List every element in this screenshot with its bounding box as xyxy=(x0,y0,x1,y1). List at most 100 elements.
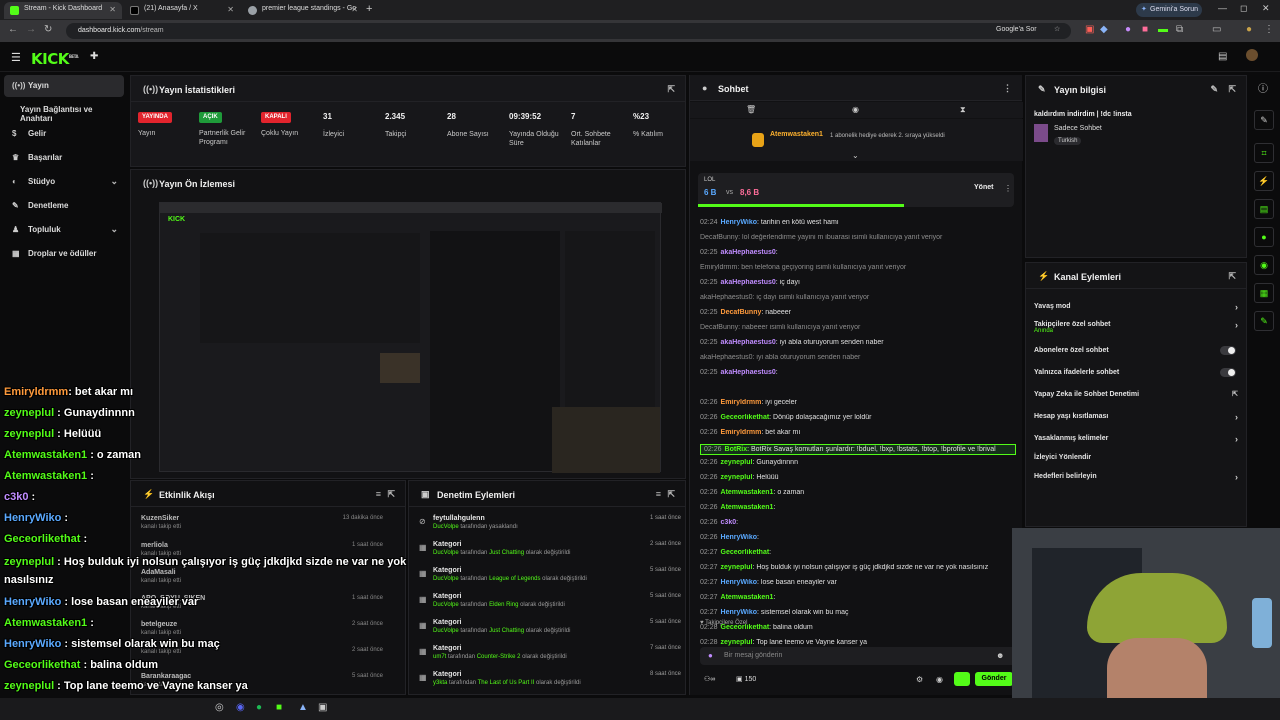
popout-icon[interactable]: ⇱ xyxy=(1228,271,1236,282)
extension-icon[interactable]: ▣ xyxy=(1085,25,1094,35)
popout-icon[interactable]: ⇱ xyxy=(1228,84,1236,95)
kick-logo[interactable]: KICKBETA xyxy=(31,50,79,68)
chat-username[interactable]: akaHephaestus0 xyxy=(721,249,776,256)
sidebar-item-basarilar[interactable]: ♛ Başarılar xyxy=(4,147,124,169)
edit-icon[interactable]: ✎ xyxy=(1210,84,1218,95)
tab-x[interactable]: (21) Anasayfa / X ✕ xyxy=(124,2,240,19)
close-window-icon[interactable]: ✕ xyxy=(1262,3,1270,14)
mod-actor[interactable]: DucVolpe xyxy=(433,628,459,634)
chat-username[interactable]: Geceorlikethat xyxy=(721,549,770,556)
mod-actor[interactable]: DucVolpe xyxy=(433,576,459,582)
new-tab-button[interactable]: + xyxy=(366,3,372,15)
action-banned-words[interactable]: Yasaklanmış kelimeler › xyxy=(1034,434,1238,444)
chat-username[interactable]: HenryWiko xyxy=(721,609,758,616)
mod-actor[interactable]: DucVolpe xyxy=(433,524,459,530)
chat-username[interactable]: akaHephaestus0 xyxy=(721,339,776,346)
chat-username[interactable]: Emiryldrmm xyxy=(721,429,762,436)
chevron-down-icon[interactable]: ⌄ xyxy=(852,151,859,160)
broadcast-icon[interactable]: ◉ xyxy=(1254,255,1274,275)
wrench-icon[interactable]: ✎ xyxy=(1254,311,1274,331)
chat-username[interactable]: zeyneplul xyxy=(721,474,753,481)
chat-icon[interactable]: ◉ xyxy=(936,675,943,684)
chat-username[interactable]: zeyneplul xyxy=(721,564,753,571)
pin-icon[interactable]: ✚ xyxy=(90,51,98,62)
sidebar-item-gelir[interactable]: $ Gelir xyxy=(4,123,124,145)
emote-button[interactable] xyxy=(954,672,970,686)
url-field[interactable]: dashboard.kick.com/stream Google'a Sor ☆ xyxy=(66,23,1071,39)
chat-username[interactable]: HenryWiko xyxy=(721,534,758,541)
extension-icon[interactable]: ▬ xyxy=(1158,25,1168,35)
send-button[interactable]: Gönder xyxy=(975,672,1013,686)
action-ai-moderation[interactable]: Yapay Zeka ile Sohbet Denetimi ⇱ xyxy=(1034,391,1238,398)
sidebar-item-denetleme[interactable]: ✎ Denetleme xyxy=(4,195,124,217)
chat-username[interactable]: c3k0 xyxy=(721,519,737,526)
chat-username[interactable]: DecafBunny xyxy=(721,309,762,316)
chat-username[interactable]: Atemwastaken1 xyxy=(721,504,774,511)
action-emote-only[interactable]: Yalnızca ifadelerle sohbet xyxy=(1034,368,1238,377)
hourglass-icon[interactable]: ⧗ xyxy=(960,105,966,115)
mod-title[interactable]: feytullahgulenn xyxy=(433,515,681,522)
mod-actor[interactable]: DucVolpe xyxy=(433,602,459,608)
wallet-icon[interactable]: ▤ xyxy=(1218,51,1227,62)
chat-username[interactable]: Geceorlikethat xyxy=(721,414,770,421)
chat-username[interactable]: BotRix xyxy=(725,446,748,453)
extension-icon[interactable]: ◆ xyxy=(1100,25,1108,35)
popout-icon[interactable]: ⇱ xyxy=(387,489,395,500)
menu-kebab-icon[interactable]: ⋮ xyxy=(1264,25,1274,35)
tab-kick-dashboard[interactable]: Stream - Kick Dashboard ✕ xyxy=(4,2,122,19)
sidebar-item-droplar[interactable]: ▦ Droplar ve ödüller xyxy=(4,243,124,265)
action-followers-only[interactable]: Takipçilere özel sohbet › Anında xyxy=(1034,320,1238,334)
edit-icon[interactable]: ✎ xyxy=(1254,110,1274,130)
popout-icon[interactable]: ⇱ xyxy=(667,84,675,95)
category-name[interactable]: Sadece Sohbet xyxy=(1054,125,1102,132)
info-icon[interactable]: ⓘ xyxy=(1258,80,1268,95)
activity-user[interactable]: AdaMasali xyxy=(141,569,391,576)
stream-preview-video[interactable]: KICK xyxy=(159,202,662,473)
kick-app-icon[interactable]: ■ xyxy=(276,702,282,713)
action-account-age[interactable]: Hesap yaşı kısıtlaması › xyxy=(1034,412,1238,422)
sidebar-item-studyo[interactable]: ◐ Stüdyo ⌄ xyxy=(4,171,124,193)
kebab-icon[interactable]: ⋮ xyxy=(1004,184,1012,193)
grid-icon[interactable]: ▦ xyxy=(1254,283,1274,303)
close-tab-icon[interactable]: ✕ xyxy=(109,5,116,14)
filter-icon[interactable]: ≡ xyxy=(376,489,381,499)
forward-icon[interactable]: → xyxy=(26,25,36,35)
sidebar-item-topluluk[interactable]: ♟ Topluluk ⌄ xyxy=(4,219,124,241)
filter-icon[interactable]: ≡ xyxy=(656,489,661,499)
prediction-bar[interactable]: LOL 6 B vs 8,6 B Yönet ⋮ xyxy=(698,173,1014,207)
chat-input[interactable]: ● Bir mesaj gönderin ☻ xyxy=(700,647,1016,665)
google-ask-label[interactable]: Google'a Sor xyxy=(996,26,1037,33)
gemini-button[interactable]: ✦ Gemini'a Sorun xyxy=(1136,3,1202,17)
action-slow-mode[interactable]: Yavaş mod › xyxy=(1034,302,1238,312)
bolt-icon[interactable]: ⚡ xyxy=(1254,171,1274,191)
trash-icon[interactable]: 🗑 xyxy=(746,105,756,114)
toggle-switch[interactable] xyxy=(1220,346,1236,355)
chat-username[interactable]: Emiryldrmm xyxy=(721,399,762,406)
chat-username[interactable]: akaHephaestus0 xyxy=(721,279,776,286)
kebab-icon[interactable]: ⋮ xyxy=(1003,83,1012,94)
extensions-puzzle-icon[interactable]: ⧉ xyxy=(1176,25,1183,35)
mod-actor[interactable]: DucVolpe xyxy=(433,550,459,556)
spotify-icon[interactable]: ● xyxy=(256,702,262,713)
emoji-icon[interactable]: ☻ xyxy=(996,651,1004,660)
close-tab-icon[interactable]: ✕ xyxy=(351,5,358,14)
chat-username[interactable]: HenryWiko xyxy=(721,579,758,586)
chat-username[interactable]: akaHephaestus0 xyxy=(721,369,776,376)
popout-icon[interactable]: ⇱ xyxy=(667,489,675,500)
minimize-icon[interactable]: — xyxy=(1218,3,1227,13)
back-icon[interactable]: ← xyxy=(8,25,18,35)
extension-icon[interactable]: ■ xyxy=(1142,25,1148,35)
reload-icon[interactable]: ↻ xyxy=(44,25,52,35)
chat-username[interactable]: zeyneplul xyxy=(721,459,753,466)
sidepanel-icon[interactable]: ▭ xyxy=(1212,25,1221,35)
sidebar-item-stream-key[interactable]: Yayın Bağlantısı ve Anahtarı xyxy=(4,99,124,123)
settings-icon[interactable]: ⚙ xyxy=(916,675,923,684)
steam-icon[interactable]: ▲ xyxy=(298,702,308,713)
extension-icon[interactable]: ● xyxy=(1125,25,1131,35)
maximize-icon[interactable]: ◻ xyxy=(1240,3,1247,14)
hamburger-icon[interactable]: ☰ xyxy=(11,51,21,64)
chat-username[interactable]: HenryWiko xyxy=(721,219,758,226)
avatar[interactable] xyxy=(1246,49,1258,61)
close-tab-icon[interactable]: ✕ xyxy=(227,5,234,14)
mic-icon[interactable]: ● xyxy=(708,651,713,660)
